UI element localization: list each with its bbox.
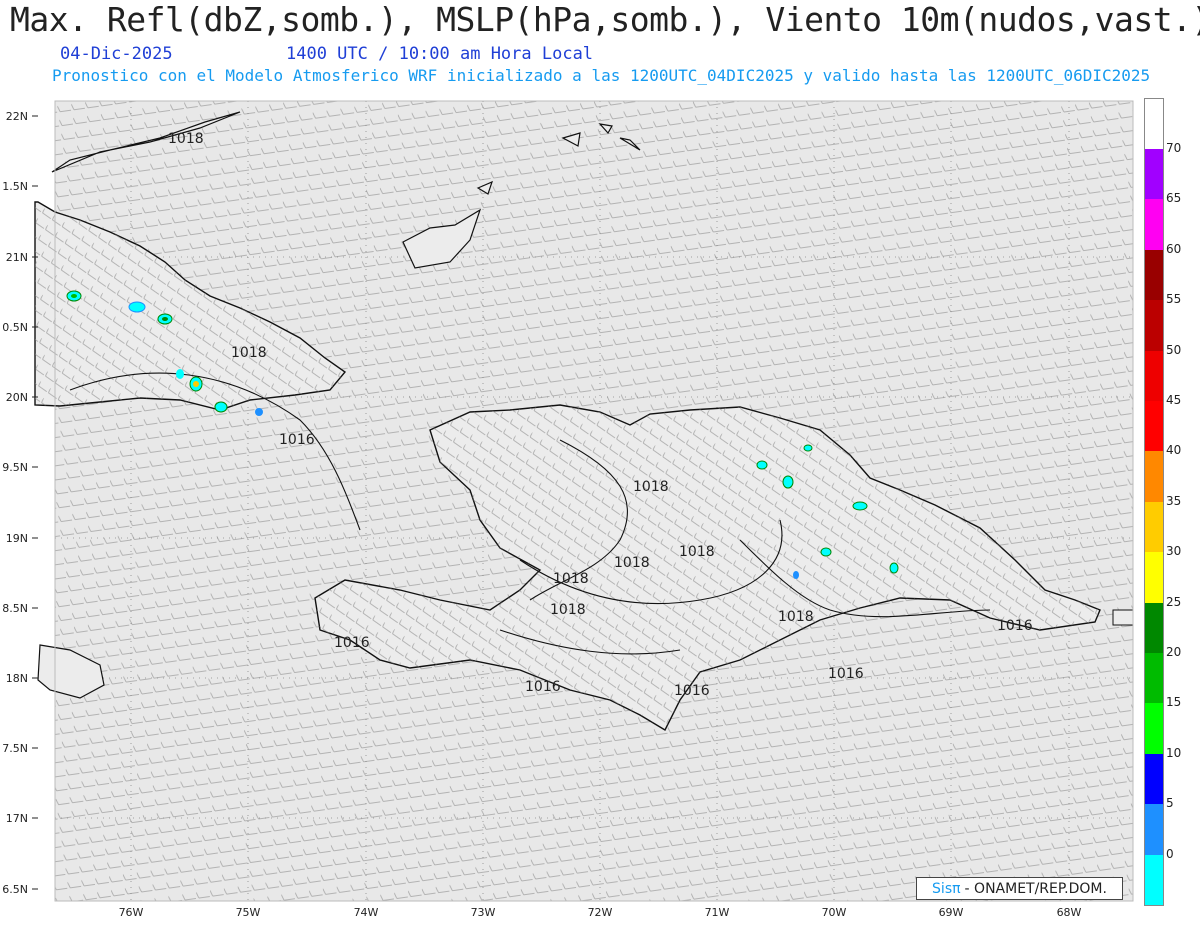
lon-tick: 69W: [939, 906, 964, 919]
colorbar-label: 20: [1166, 645, 1182, 659]
lat-tick: 19N: [6, 532, 28, 545]
isobar-label: 1018: [778, 609, 814, 625]
lat-tick: 7.5N: [2, 742, 28, 755]
lon-tick: 72W: [588, 906, 613, 919]
credit-box: Sisπ - ONAMET/REP.DOM.: [916, 877, 1123, 900]
lat-tick: 17N: [6, 812, 28, 825]
lat-tick: 0.5N: [2, 321, 28, 334]
colorbar-label: 65: [1166, 191, 1182, 206]
puerto-rico-coastline: [1112, 609, 1134, 626]
colorbar-band: [1145, 501, 1163, 553]
colorbar-band: [1145, 804, 1163, 855]
colorbar-label: 15: [1166, 695, 1182, 710]
colorbar-band: [1145, 300, 1163, 351]
colorbar-band: [1145, 199, 1163, 250]
lat-tick: 6.5N: [2, 883, 28, 896]
lat-tick: 22N: [6, 110, 28, 123]
colorbar-band: [1145, 552, 1163, 603]
colorbar-label: 30: [1166, 544, 1182, 559]
colorbar-label: 25: [1166, 594, 1182, 609]
isobar-label: 1016: [828, 666, 864, 682]
isobar-label: 1018: [553, 571, 589, 587]
colorbar-band: [1145, 703, 1163, 754]
colorbar-band: [1145, 451, 1163, 502]
isobar-label: 1016: [997, 618, 1033, 634]
lon-axis: 76W 75W 74W 73W 72W 71W 70W 69W 68W: [119, 906, 1082, 919]
map-svg: 1018 1018 1016 1018 1018 1018 1018 1018 …: [2, 100, 1134, 919]
sispi-logo: Sisπ: [932, 880, 961, 897]
colorbar-band: [1145, 753, 1163, 805]
isobar-label: 1016: [334, 635, 370, 651]
colorbar-band: [1145, 149, 1163, 200]
lat-tick: 18N: [6, 672, 28, 685]
colorbar-band: [1145, 249, 1163, 301]
lat-tick: 21N: [6, 251, 28, 264]
lat-tick: 9.5N: [2, 461, 28, 474]
isobar-label: 1018: [679, 544, 715, 560]
lon-tick: 76W: [119, 906, 144, 919]
isobar-label: 1018: [550, 602, 586, 618]
lon-tick: 75W: [236, 906, 261, 919]
colorbar-label: 40: [1166, 443, 1182, 458]
weather-map: 1018 1018 1016 1018 1018 1018 1018 1018 …: [0, 0, 1200, 927]
lon-tick: 73W: [471, 906, 496, 919]
colorbar-label: 55: [1166, 292, 1182, 307]
colorbar-band: [1145, 350, 1163, 401]
credit-text: - ONAMET/REP.DOM.: [964, 880, 1107, 897]
reflectivity-colorbar: [1144, 98, 1164, 906]
isobar-label: 1018: [231, 345, 267, 361]
colorbar-label: 0: [1166, 846, 1174, 861]
isobar-label: 1016: [674, 683, 710, 699]
isobar-label: 1016: [279, 432, 315, 448]
lon-tick: 68W: [1057, 906, 1082, 919]
colorbar-band: [1145, 602, 1163, 653]
lat-tick: 1.5N: [2, 180, 28, 193]
lon-tick: 71W: [705, 906, 730, 919]
colorbar-label: 50: [1166, 342, 1182, 357]
isobar-label: 1016: [525, 679, 561, 695]
lat-tick: 8.5N: [2, 602, 28, 615]
colorbar-label: 10: [1166, 745, 1182, 760]
colorbar-label: 70: [1166, 141, 1182, 155]
colorbar-label: 45: [1166, 393, 1182, 407]
isobar-label: 1018: [633, 479, 669, 495]
colorbar-band: [1145, 653, 1163, 704]
colorbar-band: [1145, 854, 1163, 905]
colorbar-label: 5: [1166, 796, 1174, 811]
colorbar-band: [1145, 401, 1163, 452]
colorbar-label: 60: [1166, 241, 1182, 256]
lon-tick: 70W: [822, 906, 847, 919]
isobar-label: 1018: [168, 131, 204, 147]
lat-axis: 22N 1.5N 21N 0.5N 20N 9.5N 19N 8.5N 18N …: [2, 110, 28, 896]
isobar-label: 1018: [614, 555, 650, 571]
colorbar-label: 35: [1166, 493, 1182, 508]
lat-tick: 20N: [6, 391, 28, 404]
lon-tick: 74W: [354, 906, 379, 919]
